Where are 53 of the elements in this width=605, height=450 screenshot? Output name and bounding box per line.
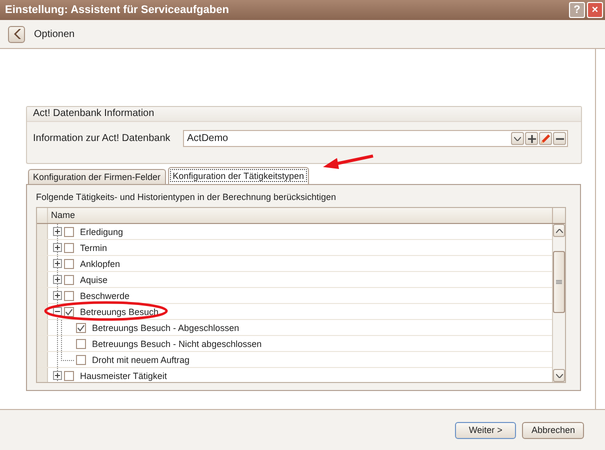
tree-item-label[interactable]: Betreuungs Besuch - Nicht abgeschlossen (92, 338, 262, 348)
back-button[interactable] (8, 26, 25, 42)
expand-icon[interactable] (53, 291, 62, 300)
field-label: Information zur Act! Datenbank (33, 133, 172, 144)
window-title: Einstellung: Assistent für Serviceaufgaben (5, 4, 229, 16)
chevron-down-icon (556, 374, 562, 378)
tab[interactable]: Konfiguration der Firmen-Felder (28, 169, 166, 184)
expand-icon[interactable] (53, 371, 62, 380)
description-text: Folgende Tätigkeits- und Historientypen in der Berechnung berücksichtigen (36, 192, 338, 204)
group-title: Act! Datenbank Information (27, 107, 581, 122)
tree-item-label[interactable]: Droht mit neuem Auftrag (92, 354, 190, 364)
checkbox[interactable] (76, 322, 86, 332)
add-button[interactable] (525, 132, 538, 145)
checkbox[interactable] (64, 306, 74, 316)
checkbox[interactable] (76, 338, 86, 348)
expand-icon[interactable] (53, 275, 62, 284)
expand-icon[interactable] (53, 243, 62, 252)
checkbox[interactable] (64, 226, 74, 236)
tree-item-label[interactable]: Erledigung (80, 226, 124, 236)
grip-icon (556, 280, 562, 284)
tree-item-label[interactable]: Beschwerde (80, 290, 130, 300)
combo-value: ActDemo (186, 133, 228, 144)
tree-item-label[interactable]: Termin (80, 242, 108, 252)
checkbox[interactable] (64, 370, 74, 380)
plus-icon (528, 134, 536, 142)
tree-item-label[interactable]: Aquise (80, 274, 108, 284)
checkbox[interactable] (64, 290, 74, 300)
tree-item-label[interactable]: Betreuungs Besuch - Abgeschlossen (92, 322, 240, 332)
tree-item-label[interactable]: Anklopfen (80, 258, 120, 268)
edit-button[interactable] (539, 132, 552, 145)
tree-item-label[interactable]: Hausmeister Tätigkeit (80, 370, 167, 380)
checkbox[interactable] (64, 258, 74, 268)
chevron-up-icon (556, 228, 562, 232)
chevron-down-icon (514, 136, 521, 140)
scroll-down-button[interactable] (553, 369, 565, 382)
chevron-left-icon (12, 29, 20, 39)
expand-icon[interactable] (53, 227, 62, 236)
dropdown-button[interactable] (511, 132, 524, 145)
tab[interactable]: Konfiguration der Tätigkeitstypen (168, 167, 309, 184)
dialog-button[interactable]: Abbrechen (522, 422, 584, 438)
dialog-button[interactable]: Weiter > (454, 422, 516, 438)
expand-icon[interactable] (53, 259, 62, 268)
close-button[interactable]: × (587, 2, 603, 18)
scroll-thumb[interactable] (553, 251, 565, 313)
database-combo[interactable]: ActDemo (183, 130, 568, 147)
pencil-icon (540, 132, 551, 144)
checkbox[interactable] (76, 354, 86, 364)
checkbox[interactable] (64, 242, 74, 252)
scrollbar[interactable] (552, 224, 565, 382)
page-title: Optionen (34, 28, 75, 40)
remove-button[interactable] (553, 132, 566, 145)
checkbox[interactable] (64, 274, 74, 284)
scroll-up-button[interactable] (553, 224, 565, 237)
